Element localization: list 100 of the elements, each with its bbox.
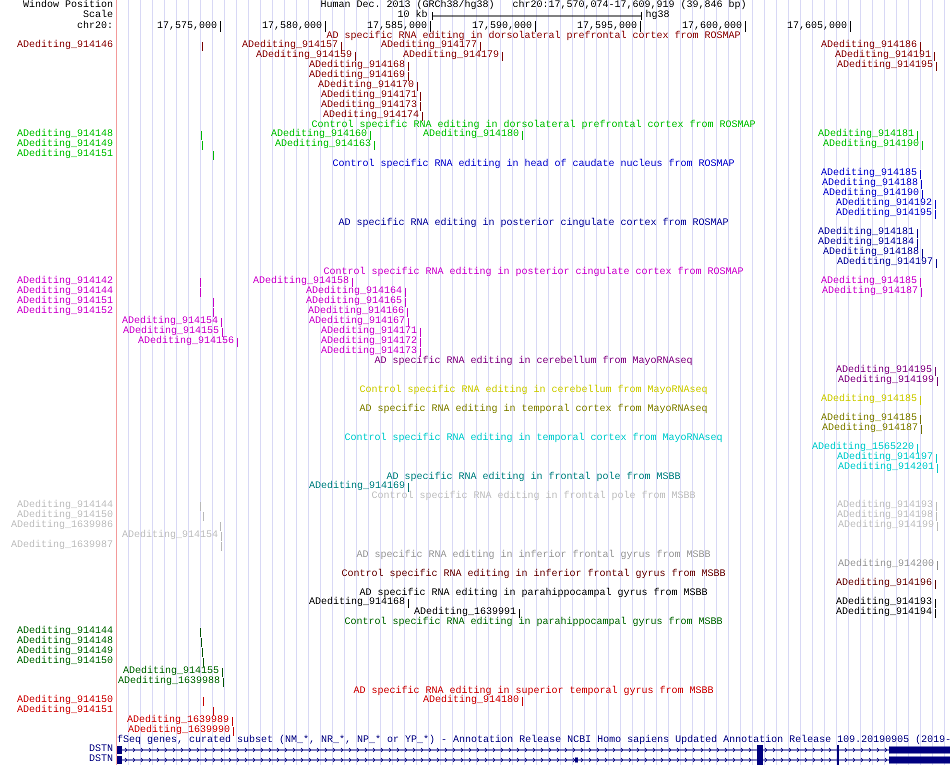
track-title[interactable]: Control specific RNA editing in head of caudate nucleus from ROSMAP xyxy=(332,160,735,169)
feature-label[interactable]: ADediting_914179 xyxy=(402,51,499,61)
feature-tick xyxy=(519,608,520,618)
feature-tick xyxy=(937,560,938,570)
feature-label[interactable]: ADediting_914170 xyxy=(318,81,414,91)
ruler-label: 17,575,000 xyxy=(156,21,217,32)
ruler-label: 17,585,000 xyxy=(366,21,427,32)
item-label[interactable]: ADediting_914142 xyxy=(16,276,113,287)
chromosome-label: chr20: xyxy=(76,21,113,32)
feature-label[interactable]: ADediting_914197 xyxy=(836,258,933,268)
track-title[interactable]: Control specific RNA editing in parahippocampal gyrus from MSBB xyxy=(344,618,723,627)
track-title[interactable]: AD specific RNA editing in cerebellum from MayoRNAseq xyxy=(374,357,693,366)
feature-label[interactable]: ADediting_914159 xyxy=(256,51,352,61)
item-label[interactable]: ADediting_914148 xyxy=(16,636,113,647)
feature-label[interactable]: ADediting_914196 xyxy=(836,579,932,589)
item-label[interactable]: ADediting_914144 xyxy=(16,626,113,637)
feature-label[interactable]: ADediting_1639990 xyxy=(128,726,230,736)
feature-label[interactable]: ADediting_914186 xyxy=(820,41,917,51)
ruler-tick xyxy=(220,21,221,32)
track-title[interactable]: Control specific RNA editing in posterior cingulate cortex from ROSMAP xyxy=(323,268,744,277)
feature-tick xyxy=(213,706,214,716)
feature-label[interactable]: ADediting_914190 xyxy=(822,189,919,199)
feature-label[interactable]: ADediting_914171 xyxy=(320,327,417,337)
feature-label[interactable]: ADediting_914188 xyxy=(822,248,919,258)
feature-label[interactable]: ADediting_914168 xyxy=(308,598,405,608)
item-label[interactable]: ADediting_914146 xyxy=(16,40,113,51)
feature-label[interactable]: ADediting_914180 xyxy=(422,696,519,706)
item-label[interactable]: ADediting_914144 xyxy=(16,286,113,297)
feature-label[interactable]: ADediting_914187 xyxy=(822,287,918,297)
feature-tick xyxy=(374,140,375,150)
feature-label[interactable]: ADediting_914181 xyxy=(818,228,914,238)
gene-label[interactable]: DSTN xyxy=(88,754,113,765)
feature-label[interactable]: ADediting_914173 xyxy=(320,347,417,357)
feature-label[interactable]: ADediting_914195 xyxy=(836,209,932,219)
scale-length: 10 kb xyxy=(397,11,428,21)
feature-label[interactable]: ADediting_914192 xyxy=(836,199,932,209)
feature-label[interactable]: ADediting_914193 xyxy=(836,598,932,608)
feature-label[interactable]: ADediting_914173 xyxy=(320,101,417,111)
feature-label[interactable]: ADediting_914164 xyxy=(306,287,402,297)
feature-label[interactable]: ADediting_914195 xyxy=(836,61,933,71)
track-title[interactable]: AD specific RNA editing in superior temporal gyrus from MSBB xyxy=(353,687,714,696)
gene-model-drawing[interactable] xyxy=(117,745,950,755)
feature-tick xyxy=(408,598,409,608)
ruler-tick xyxy=(850,21,851,32)
feature-label[interactable]: ADediting_914172 xyxy=(320,337,417,347)
feature-tick xyxy=(922,248,923,258)
row-label: Scale xyxy=(82,10,113,21)
feature-tick xyxy=(417,82,418,90)
feature-label[interactable]: ADediting_1639991 xyxy=(414,608,516,618)
item-label[interactable]: ADediting_914150 xyxy=(16,695,113,706)
feature-tick xyxy=(936,258,937,268)
feature-label[interactable]: ADediting_914177 xyxy=(380,41,477,51)
feature-label[interactable]: ADediting_914174 xyxy=(322,111,419,121)
scale-assembly: hg38 xyxy=(646,11,670,21)
track-title[interactable]: Control specific RNA editing in inferior frontal gyrus from MSBB xyxy=(341,570,726,579)
gene-model-drawing[interactable] xyxy=(117,755,950,765)
item-label[interactable]: ADediting_914150 xyxy=(16,656,113,667)
track-title[interactable]: AD specific RNA editing in dorsolateral prefrontal cortex from ROSMAP xyxy=(326,32,741,41)
item-label[interactable]: ADediting_914151 xyxy=(16,296,113,307)
feature-label[interactable]: ADediting_914184 xyxy=(818,238,914,248)
feature-label[interactable]: ADediting_914185 xyxy=(820,414,917,424)
feature-tick xyxy=(480,42,481,50)
feature-tick xyxy=(203,512,204,520)
track-title[interactable]: AD specific RNA editing in parahippocampal gyrus from MSBB xyxy=(359,589,708,598)
feature-label[interactable]: ADediting_914169 xyxy=(308,71,405,81)
feature-label[interactable]: ADediting_914185 xyxy=(820,169,917,179)
item-label[interactable]: ADediting_914149 xyxy=(16,646,113,657)
track-title[interactable]: fSeq genes, curated subset (NM_*, NR_*, NP_* or YP_*) - Annotation Release NCBI Homo sapiens Updated Annotation Release 109.20190905 (2019- xyxy=(117,736,950,745)
feature-label[interactable]: ADediting_914165 xyxy=(306,297,402,307)
feature-label[interactable]: ADediting_914157 xyxy=(242,41,338,51)
feature-tick xyxy=(352,278,353,286)
feature-label[interactable]: ADediting_914188 xyxy=(822,179,918,189)
feature-label[interactable]: ADediting_914155 xyxy=(122,327,219,337)
feature-label[interactable]: ADediting_914156 xyxy=(138,337,234,347)
feature-label[interactable]: ADediting_914155 xyxy=(122,667,219,677)
feature-label[interactable]: ADediting_914191 xyxy=(834,51,931,61)
item-label[interactable]: ADediting_914151 xyxy=(16,705,113,716)
feature-label[interactable]: ADediting_914199 xyxy=(838,376,934,386)
ruler-tick xyxy=(430,21,431,32)
feature-label[interactable]: ADediting_914166 xyxy=(308,307,404,317)
track-title[interactable]: AD specific RNA editing in temporal cortex from MayoRNAseq xyxy=(359,405,708,414)
feature-label[interactable]: ADediting_914185 xyxy=(820,277,917,287)
track-title[interactable]: AD specific RNA editing in posterior cingulate cortex from ROSMAP xyxy=(338,219,729,228)
feature-label[interactable]: ADediting_914194 xyxy=(836,608,932,618)
gene-label[interactable]: DSTN xyxy=(88,744,113,755)
feature-tick xyxy=(522,130,523,140)
track-title[interactable]: AD specific RNA editing in frontal pole from MSBB xyxy=(386,473,681,482)
feature-tick xyxy=(917,130,918,140)
feature-label[interactable]: ADediting_914167 xyxy=(308,317,405,327)
feature-label[interactable]: ADediting_914158 xyxy=(252,277,349,287)
feature-label[interactable]: ADediting_1639988 xyxy=(118,677,220,687)
feature-label[interactable]: ADediting_914154 xyxy=(122,317,218,327)
feature-label[interactable]: ADediting_914168 xyxy=(308,61,405,71)
feature-tick xyxy=(370,130,371,140)
item-label[interactable]: ADediting_914152 xyxy=(16,306,113,317)
feature-label[interactable]: ADediting_914187 xyxy=(822,424,918,434)
feature-label[interactable]: ADediting_914169 xyxy=(308,482,405,492)
feature-label[interactable]: ADediting_914195 xyxy=(836,366,932,376)
feature-label[interactable]: ADediting_1639989 xyxy=(126,716,229,726)
feature-label[interactable]: ADediting_914171 xyxy=(320,91,417,101)
